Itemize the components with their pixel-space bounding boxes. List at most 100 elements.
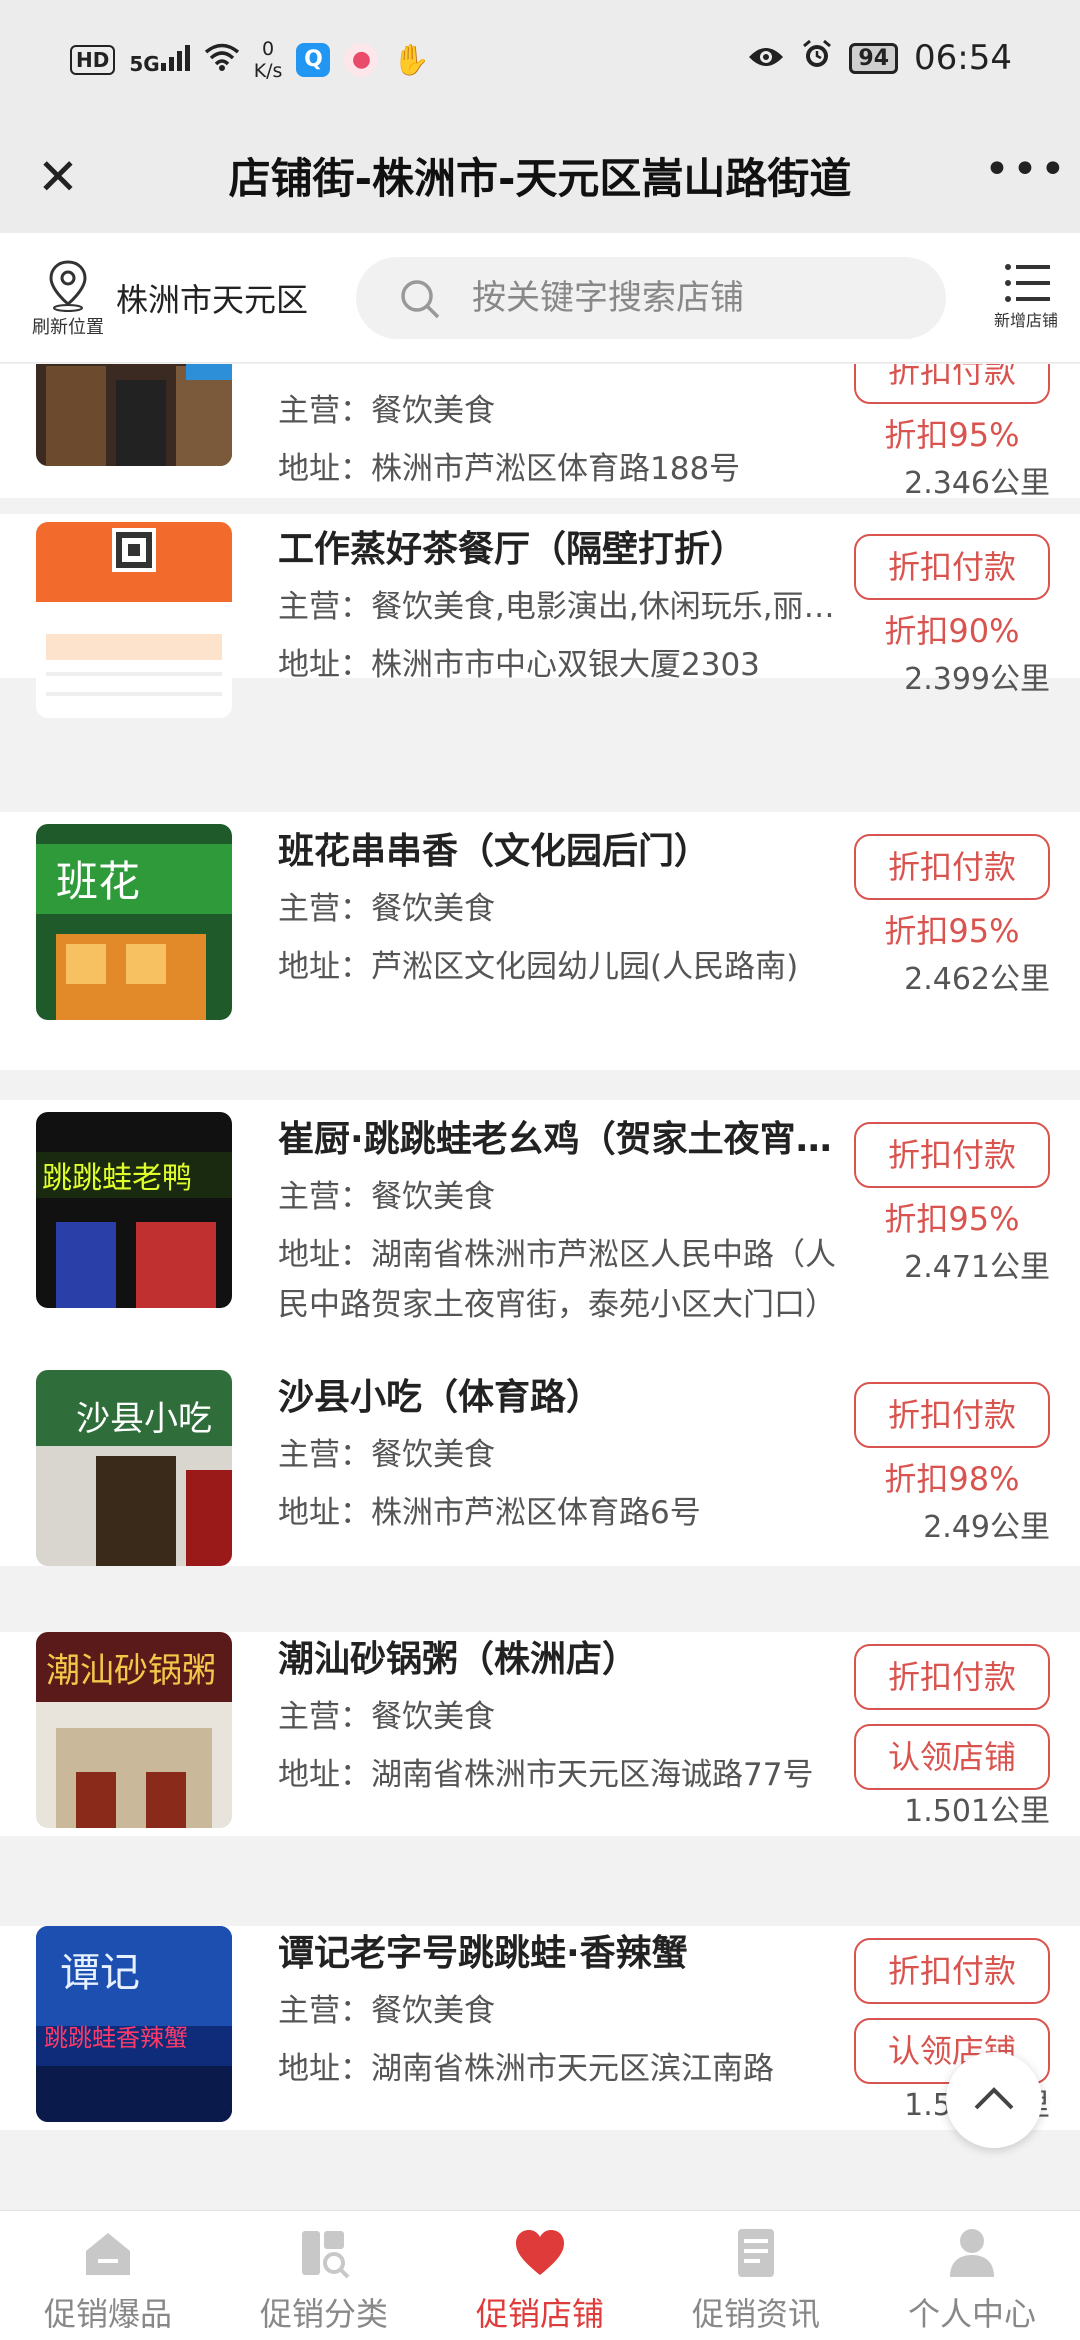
net-speed-unit: K/s (253, 60, 283, 82)
search-toolbar: 刷新位置 株洲市天元区 新增店铺 (0, 233, 1080, 363)
store-address: 地址：湖南省株洲市天元区海诚路77号 (278, 1757, 814, 1793)
store-card[interactable]: 沙县小吃 沙县小吃（体育路） 主营：餐饮美食 地址：株洲市芦淞区体育路6号 折扣… (0, 1370, 1080, 1566)
svg-text:跳跳蛙老鸭: 跳跳蛙老鸭 (42, 1161, 192, 1196)
more-button[interactable]: ••• (984, 145, 1066, 205)
discount-pay-button[interactable]: 折扣付款 (854, 834, 1050, 900)
store-category: 主营：餐饮美食 (278, 1437, 495, 1473)
location-pin-icon (49, 260, 87, 312)
status-left: HD 5G 0 K/s Q ● ✋ (70, 38, 430, 82)
store-distance: 2.471公里 (904, 1250, 1050, 1285)
eye-icon (747, 39, 785, 77)
store-category: 主营：餐饮美食 (278, 1179, 495, 1215)
store-name: 沙县小吃（体育路） (278, 1377, 603, 1418)
store-card[interactable]: 班花 班花串串香（文化园后门） 主营：餐饮美食 地址：芦淞区文化园幼儿园(人民路… (0, 812, 1080, 1070)
store-address: 地址：株洲市芦淞区体育路6号 (278, 1495, 701, 1531)
list-menu-icon (1005, 264, 1050, 302)
wifi-icon (204, 43, 240, 78)
discount-rate: 折扣95% (884, 416, 1020, 454)
store-info: 工作蒸好茶餐厅（隔壁打折） 主营：餐饮美食,电影演出,休闲玩乐,丽人美发,其他 … (278, 522, 850, 694)
hd-icon: HD (70, 45, 116, 75)
status-right: 94 06:54 (747, 38, 1012, 78)
chat-app-icon: ● (344, 43, 379, 77)
city-selector[interactable]: 株洲市天元区 (116, 275, 308, 321)
home-icon (86, 2233, 130, 2275)
status-bar: HD 5G 0 K/s Q ● ✋ 94 06:54 (0, 0, 1080, 125)
page-title: 店铺街-株洲市-天元区嵩山路街道 (228, 154, 852, 203)
store-actions: 折扣付款 认领店铺 1.501公里 (854, 1644, 1050, 1834)
nav-label: 个人中心 (907, 2295, 1036, 2333)
discount-rate: 折扣98% (884, 1460, 1020, 1498)
heart-icon (516, 2230, 564, 2275)
store-category: 主营：餐饮美食 (278, 1699, 495, 1735)
nav-item-news[interactable]: 促销资讯 (648, 2211, 864, 2340)
store-category: 主营：餐饮美食 (278, 1993, 495, 2029)
nav-item-hot-products[interactable]: 促销爆品 (0, 2211, 216, 2340)
nav-label: 促销资讯 (691, 2295, 820, 2333)
svg-text:班花: 班花 (56, 857, 140, 906)
svg-text:跳跳蛙香辣蟹: 跳跳蛙香辣蟹 (44, 2024, 188, 2052)
nav-item-profile[interactable]: 个人中心 (864, 2211, 1080, 2340)
store-card[interactable]: 工作蒸好茶餐厅（隔壁打折） 主营：餐饮美食,电影演出,休闲玩乐,丽人美发,其他 … (0, 514, 1080, 718)
store-category: 主营：餐饮美食,电影演出,休闲玩乐,丽人美发,其他 (278, 589, 850, 625)
app-page: HD 5G 0 K/s Q ● ✋ 94 06:54 ✕ 店铺街-株洲市-天元区嵩… (0, 0, 1080, 2340)
store-category: 主营：餐饮美食 (278, 393, 495, 429)
search-box[interactable] (356, 257, 946, 339)
discount-pay-button[interactable]: 折扣付款 (854, 534, 1050, 600)
add-shop-button[interactable]: 新增店铺 (994, 261, 1060, 331)
store-photo: 谭记跳跳蛙香辣蟹 (36, 1926, 232, 2122)
nav-item-categories[interactable]: 促销分类 (216, 2211, 432, 2340)
title-bar: ✕ 店铺街-株洲市-天元区嵩山路街道 ••• (0, 125, 1080, 233)
store-actions: 折扣付款 折扣95% 2.346公里 (854, 364, 1050, 506)
discount-pay-button[interactable]: 折扣付款 (854, 364, 1050, 404)
store-address: 地址：株洲市市中心双银大厦2303 (278, 647, 760, 683)
search-input[interactable] (472, 271, 912, 325)
store-distance: 2.462公里 (904, 962, 1050, 997)
store-name: 班花串串香（文化园后门） (278, 831, 711, 872)
news-icon (738, 2229, 774, 2277)
user-icon (950, 2229, 994, 2277)
add-shop-label: 新增店铺 (993, 311, 1058, 330)
store-card[interactable]: 跳跳蛙老鸭 崔厨·跳跳蛙老幺鸡（贺家土夜宵街） 主营：餐饮美食 地址：湖南省株洲… (0, 1100, 1080, 1390)
battery-icon: 94 (849, 42, 899, 74)
store-photo (36, 522, 232, 718)
store-photo: 潮汕砂锅粥 (36, 1632, 232, 1828)
nav-label: 促销店铺 (475, 2295, 604, 2333)
store-name: 潮汕砂锅粥（株洲店） (278, 1639, 639, 1680)
alarm-icon (801, 38, 833, 78)
store-name: 工作蒸好茶餐厅（隔壁打折） (278, 529, 747, 570)
discount-rate: 折扣95% (884, 1200, 1020, 1238)
nav-item-stores[interactable]: 促销店铺 (432, 2211, 648, 2340)
store-info: 潮汕砂锅粥（株洲店） 主营：餐饮美食 地址：湖南省株洲市天元区海诚路77号 (278, 1632, 850, 1800)
nav-label: 促销分类 (259, 2295, 388, 2333)
claim-shop-button[interactable]: 认领店铺 (854, 1724, 1050, 1790)
store-photo: 班花 (36, 824, 232, 1020)
network-type: 5G (129, 51, 160, 76)
store-card[interactable]: 谭记 跳跳蛙香辣蟹 谭记老字号跳跳蛙·香辣蟹 主营：餐饮美食 地址：湖南省株洲市天… (0, 1926, 1080, 2130)
refresh-location-button[interactable]: 刷新位置 (28, 259, 108, 349)
store-card[interactable]: 主营：餐饮美食 地址：株洲市芦淞区体育路188号 折扣付款 折扣95% 2.34… (0, 364, 1080, 501)
store-actions: 折扣付款 折扣95% 2.462公里 (854, 834, 1050, 1002)
discount-pay-button[interactable]: 折扣付款 (854, 1644, 1050, 1710)
category-icon (302, 2231, 350, 2279)
search-icon (401, 280, 440, 319)
discount-pay-button[interactable]: 折扣付款 (854, 1122, 1050, 1188)
discount-pay-button[interactable]: 折扣付款 (854, 1382, 1050, 1448)
net-speed-value: 0 (262, 38, 275, 60)
back-to-top-button[interactable] (946, 2052, 1042, 2148)
store-info: 沙县小吃（体育路） 主营：餐饮美食 地址：株洲市芦淞区体育路6号 (278, 1370, 850, 1542)
svg-text:谭记: 谭记 (60, 1950, 140, 1996)
discount-rate: 折扣95% (884, 912, 1020, 950)
store-card[interactable]: 潮汕砂锅粥 潮汕砂锅粥（株洲店） 主营：餐饮美食 地址：湖南省株洲市天元区海诚路… (0, 1632, 1080, 1836)
bottom-nav: 促销爆品 促销分类 促销店铺 促销资讯 个人中心 (0, 2210, 1080, 2340)
store-actions: 折扣付款 折扣95% 2.471公里 (854, 1122, 1050, 1290)
net-speed: 0 K/s (254, 38, 283, 82)
store-photo: 沙县小吃 (36, 1370, 232, 1566)
discount-rate: 折扣90% (884, 612, 1020, 650)
store-info: 崔厨·跳跳蛙老幺鸡（贺家土夜宵街） 主营：餐饮美食 地址：湖南省株洲市芦淞区人民… (278, 1112, 850, 1330)
store-distance: 2.49公里 (923, 1510, 1050, 1545)
discount-pay-button[interactable]: 折扣付款 (854, 1938, 1050, 2004)
clock: 06:54 (914, 38, 1012, 78)
store-info: 主营：餐饮美食 地址：株洲市芦淞区体育路188号 (278, 382, 850, 498)
store-address: 地址：芦淞区文化园幼儿园(人民路南) (278, 949, 799, 985)
nav-label: 促销爆品 (43, 2295, 172, 2333)
